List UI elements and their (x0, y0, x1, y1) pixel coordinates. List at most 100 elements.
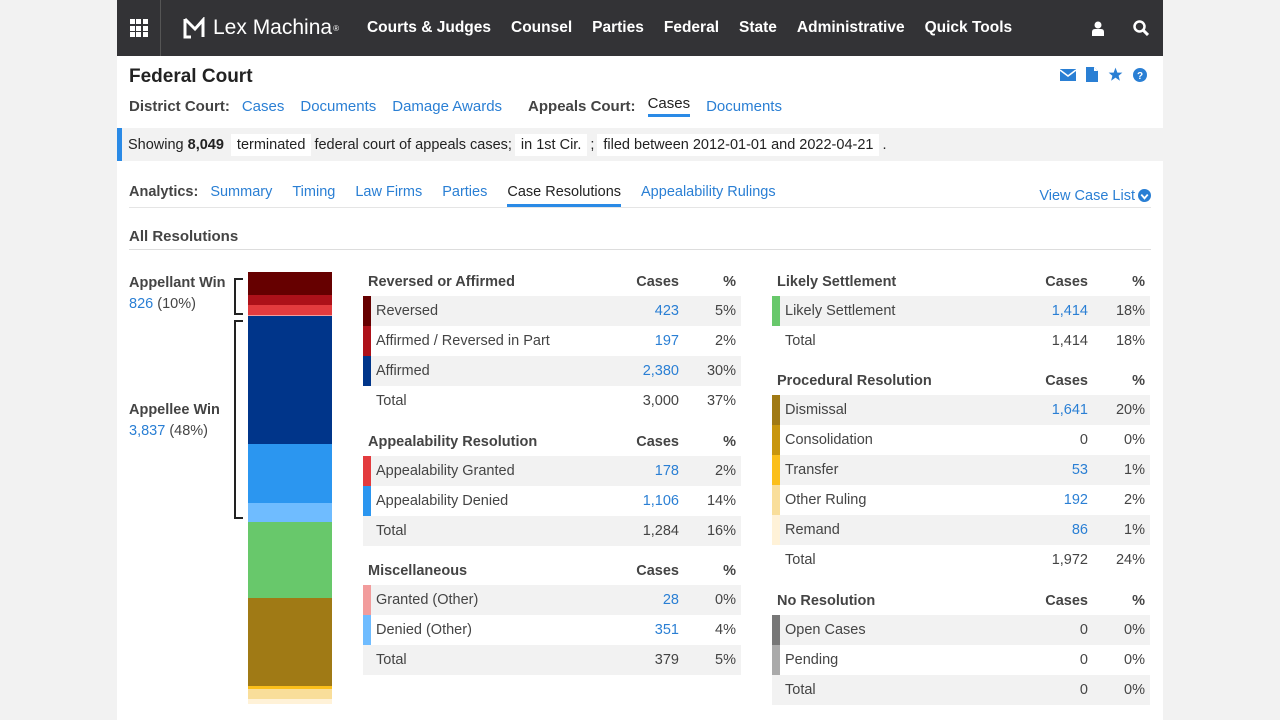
appeals-cases-tab[interactable]: Cases (647, 95, 691, 117)
appellant-win-pct: (10%) (157, 296, 196, 312)
tab-summary[interactable]: Summary (210, 184, 272, 207)
cases-link[interactable]: 53 (1072, 462, 1088, 478)
filter-court-chip[interactable]: in 1st Cir. (514, 133, 588, 156)
filter-prefix: Showing (128, 136, 184, 153)
cases-link[interactable]: 178 (655, 463, 679, 479)
analytics-tabs: Analytics: Summary Timing Law Firms Part… (129, 184, 1151, 208)
table-header: Appealability Resolution Cases% (363, 428, 741, 456)
apps-menu-button[interactable] (117, 0, 161, 56)
appeals-documents-link[interactable]: Documents (706, 98, 782, 115)
cases-column-header: Cases (636, 434, 679, 450)
tab-appealability-rulings[interactable]: Appealability Rulings (641, 184, 776, 207)
district-damage-awards-link[interactable]: Damage Awards (392, 98, 502, 115)
table-likely-settlement: Likely Settlement Cases% Likely Settlement… (772, 268, 1150, 356)
row-label: Reversed (376, 303, 439, 319)
total-pct: 37% (706, 393, 736, 409)
help-icon[interactable]: ? (1133, 67, 1147, 87)
tab-law-firms[interactable]: Law Firms (355, 184, 422, 207)
appellant-win-label: Appellant Win (129, 275, 226, 291)
tab-parties[interactable]: Parties (442, 184, 487, 207)
nav-courts-judges[interactable]: Courts & Judges (367, 19, 491, 37)
brand-logo[interactable]: Lex Machina ® (183, 16, 339, 40)
total-pct: 16% (706, 523, 736, 539)
color-swatch (363, 486, 371, 516)
bar-segment-remand[interactable] (248, 699, 332, 704)
cases-link[interactable]: 197 (655, 333, 679, 349)
star-icon[interactable] (1108, 67, 1123, 87)
nav-parties[interactable]: Parties (592, 19, 644, 37)
bar-segment-appealability-granted[interactable] (248, 305, 332, 315)
district-cases-link[interactable]: Cases (242, 98, 285, 115)
color-swatch (363, 456, 371, 486)
cases-link[interactable]: 86 (1072, 522, 1088, 538)
color-swatch (772, 485, 780, 515)
table-row-total: Total 3,000 37% (363, 386, 741, 416)
email-icon[interactable] (1059, 68, 1077, 86)
color-swatch (772, 395, 780, 425)
table-header: Miscellaneous Cases% (363, 557, 741, 585)
cases-link[interactable]: 1,414 (1052, 303, 1088, 319)
page: Lex Machina ® Courts & Judges Counsel Par… (117, 0, 1163, 720)
cases-link[interactable]: 351 (655, 622, 679, 638)
nav-state[interactable]: State (739, 19, 777, 37)
search-icon[interactable] (1133, 20, 1149, 36)
view-case-list-label: View Case List (1039, 187, 1135, 204)
district-documents-link[interactable]: Documents (300, 98, 376, 115)
total-cases: 379 (654, 652, 679, 668)
bar-segment-reversed[interactable] (248, 272, 332, 295)
row-label: Open Cases (785, 622, 866, 638)
filter-status-chip[interactable]: terminated (230, 133, 312, 156)
pct-value: 14% (706, 493, 736, 509)
nav-counsel[interactable]: Counsel (511, 19, 572, 37)
total-label: Total (785, 682, 816, 698)
pct-value: 2% (1124, 492, 1145, 508)
total-label: Total (376, 523, 407, 539)
table-row-transfer: Transfer 53 1% (772, 455, 1150, 485)
bar-segment-other-ruling[interactable] (248, 689, 332, 700)
tab-case-resolutions[interactable]: Case Resolutions (507, 184, 622, 207)
document-icon[interactable] (1086, 67, 1098, 87)
cases-link[interactable]: 1,641 (1052, 402, 1088, 418)
bar-segment-affirmed[interactable] (248, 316, 332, 445)
total-label: Total (376, 652, 407, 668)
pct-value: 20% (1115, 402, 1145, 418)
pct-value: 0% (715, 592, 736, 608)
cases-link[interactable]: 192 (1064, 492, 1088, 508)
nav-administrative[interactable]: Administrative (797, 19, 905, 37)
row-label: Pending (785, 652, 839, 668)
bar-segment-denied-other[interactable] (248, 503, 332, 523)
cases-column-header: Cases (1045, 593, 1088, 609)
bar-segment-appealability-denied[interactable] (248, 444, 332, 504)
table-row-affirmed-reversed-in-part: Affirmed / Reversed in Part 197 2% (363, 326, 741, 356)
cases-link[interactable]: 423 (655, 303, 679, 319)
tab-timing[interactable]: Timing (292, 184, 335, 207)
table-header: Likely Settlement Cases% (772, 268, 1150, 296)
total-cases: 3,000 (642, 393, 679, 409)
bar-segment-likely-settlement[interactable] (248, 522, 332, 599)
appellant-win-count[interactable]: 826 (129, 296, 153, 312)
cases-link[interactable]: 2,380 (643, 363, 679, 379)
row-label: Remand (785, 522, 840, 538)
brand-name: Lex Machina (213, 16, 333, 39)
total-pct: 18% (1115, 333, 1145, 349)
cases-link[interactable]: 28 (663, 592, 679, 608)
cases-link[interactable]: 1,106 (643, 493, 679, 509)
filter-dates-chip[interactable]: filed between 2012-01-01 and 2022-04-21 (597, 133, 880, 156)
cases-value: 0 (1079, 652, 1088, 668)
table-row-pending: Pending 0 0% (772, 645, 1150, 675)
nav-quick-tools[interactable]: Quick Tools (925, 19, 1013, 37)
view-case-list-link[interactable]: View Case List (1039, 184, 1151, 207)
appellee-win-count[interactable]: 3,837 (129, 423, 165, 439)
color-swatch (772, 296, 780, 326)
row-label: Dismissal (785, 402, 848, 418)
table-miscellaneous: Miscellaneous Cases% Granted (Other) 28 0% De… (363, 557, 741, 675)
table-title: No Resolution (777, 593, 876, 609)
color-swatch (363, 326, 371, 356)
user-icon[interactable] (1091, 21, 1105, 36)
cases-column-header: Cases (1045, 373, 1088, 389)
bar-segment-affirmed-reversed-in-part[interactable] (248, 294, 332, 306)
table-row-other-ruling: Other Ruling 192 2% (772, 485, 1150, 515)
nav-federal[interactable]: Federal (664, 19, 719, 37)
total-cases: 1,284 (642, 523, 679, 539)
bar-segment-dismissal[interactable] (248, 598, 332, 687)
